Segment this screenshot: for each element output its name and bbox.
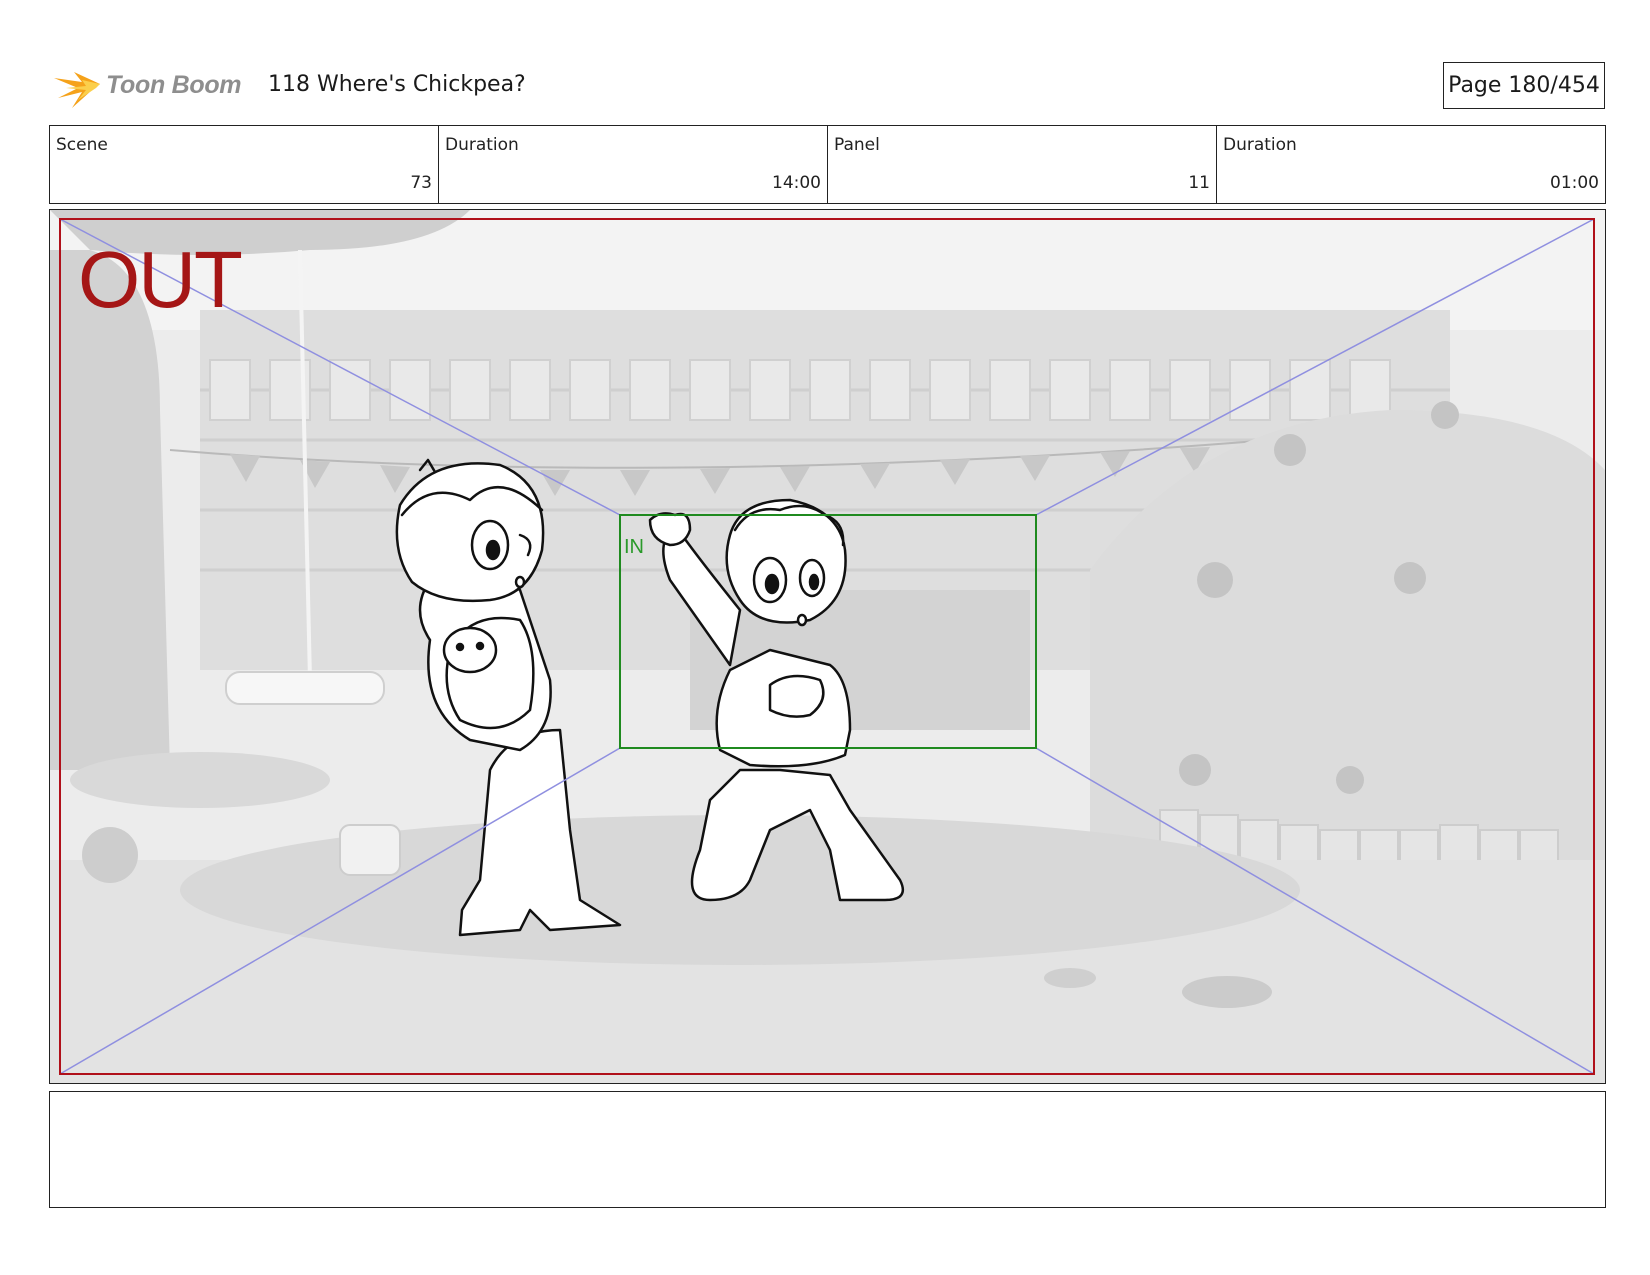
- panel-label: Panel: [834, 135, 880, 155]
- panel-notes-box: [49, 1091, 1606, 1208]
- toon-boom-logo: Toon Boom: [52, 58, 252, 112]
- toy-ball: [82, 827, 138, 883]
- scene-duration-value: 14:00: [772, 173, 821, 193]
- in-frame-label: IN: [624, 536, 644, 558]
- starburst-logo-icon: [54, 72, 100, 108]
- swing-seat: [225, 671, 385, 705]
- scene-duration-cell: Duration 14:00: [439, 126, 828, 203]
- stone-2: [1044, 968, 1096, 988]
- tree-bench: [70, 752, 330, 808]
- scene-value: 73: [410, 173, 432, 193]
- panel-duration-label: Duration: [1223, 135, 1297, 155]
- panel-artwork: [50, 210, 1605, 1083]
- panel-value: 11: [1188, 173, 1210, 193]
- panel-duration-value: 01:00: [1550, 173, 1599, 193]
- panel-cell: Panel 11: [828, 126, 1217, 203]
- stone-1: [1182, 976, 1272, 1008]
- document-title: 118 Where's Chickpea?: [268, 72, 526, 97]
- page-number: Page 180/454: [1443, 62, 1605, 109]
- scene-cell: Scene 73: [50, 126, 439, 203]
- scene-label: Scene: [56, 135, 108, 155]
- scene-duration-label: Duration: [445, 135, 519, 155]
- info-row: Scene 73 Duration 14:00 Panel 11 Duratio…: [49, 125, 1606, 204]
- out-frame-label: OUT: [78, 235, 243, 324]
- watering-can: [339, 824, 401, 876]
- storyboard-panel: OUT IN: [49, 209, 1606, 1084]
- logo-text: Toon Boom: [106, 70, 242, 99]
- panel-duration-cell: Duration 01:00: [1217, 126, 1605, 203]
